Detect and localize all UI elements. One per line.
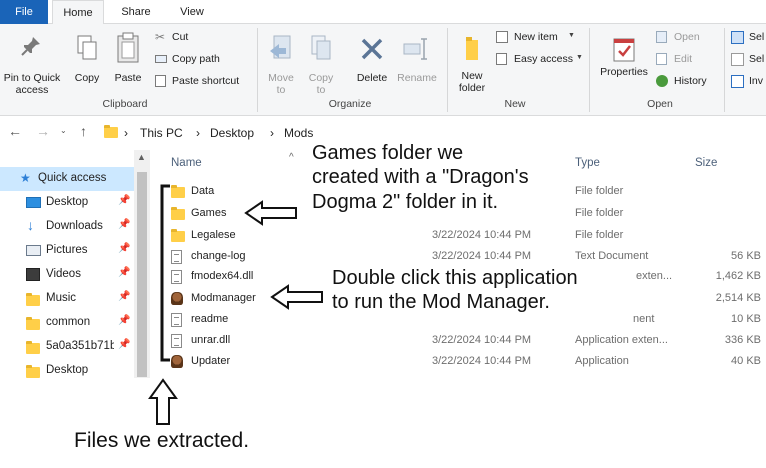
up-arrow-annotation — [148, 378, 178, 425]
bracket-mark — [160, 184, 170, 362]
annotation-overlay — [148, 184, 323, 425]
left-arrow-annotation-games — [244, 200, 297, 226]
left-arrow-annotation-modmanager — [270, 284, 323, 310]
